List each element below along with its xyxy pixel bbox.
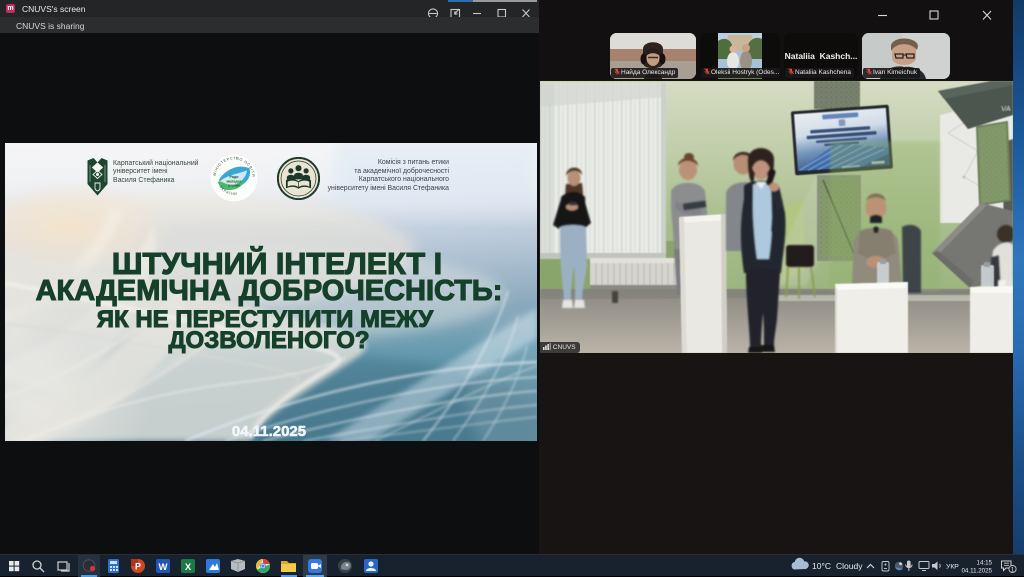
svg-text:Cloudy: Cloudy bbox=[836, 561, 863, 571]
svg-text:14:15: 14:15 bbox=[977, 560, 993, 567]
svg-text:X: X bbox=[185, 562, 192, 573]
svg-text:W: W bbox=[159, 562, 168, 573]
svg-text:04.11.2025: 04.11.2025 bbox=[961, 568, 992, 575]
svg-text:10°C: 10°C bbox=[812, 561, 831, 571]
svg-text:P: P bbox=[135, 562, 141, 572]
svg-text:УКР: УКР bbox=[946, 564, 959, 571]
svg-text:вчених: вчених bbox=[228, 184, 240, 188]
svg-text:VA: VA bbox=[1001, 104, 1011, 113]
